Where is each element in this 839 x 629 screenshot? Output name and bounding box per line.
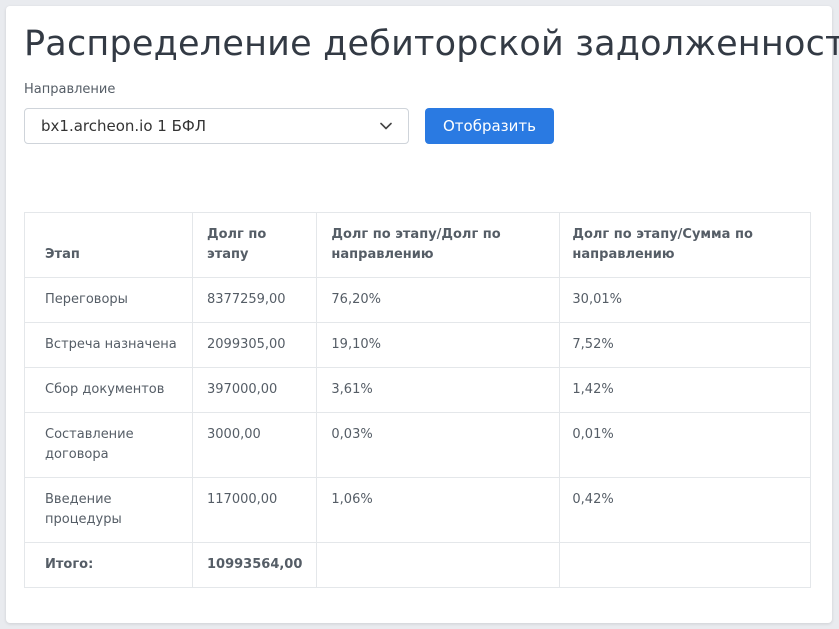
table-total-row: Итого: 10993564,00 — [24, 542, 811, 588]
cell-ratio-debt: 19,10% — [316, 322, 561, 368]
cell-stage: Переговоры — [24, 277, 193, 323]
table-row: Сбор документов 397000,00 3,61% 1,42% — [24, 367, 811, 413]
direction-select[interactable]: bx1.archeon.io 1 БФЛ — [24, 108, 409, 144]
chevron-down-icon — [380, 122, 392, 130]
cell-debt: 3000,00 — [191, 412, 318, 478]
header-stage-to-direction-debt: Долг по этапу/Долг по направлению — [316, 212, 561, 278]
cell-ratio-sum: 7,52% — [559, 322, 811, 368]
table-row: Введение процедуры 117000,00 1,06% 0,42% — [24, 477, 811, 543]
cell-ratio-sum: 1,42% — [559, 367, 811, 413]
cell-stage: Встреча назначена — [24, 322, 193, 368]
cell-ratio-sum: 30,01% — [559, 277, 811, 323]
cell-stage: Составление договора — [24, 412, 193, 478]
cell-total-empty — [316, 542, 561, 588]
table-row: Составление договора 3000,00 0,03% 0,01% — [24, 412, 811, 478]
table-row: Переговоры 8377259,00 76,20% 30,01% — [24, 277, 811, 323]
cell-debt: 2099305,00 — [191, 322, 318, 368]
cell-ratio-debt: 76,20% — [316, 277, 561, 323]
cell-stage: Введение процедуры — [24, 477, 193, 543]
display-button[interactable]: Отобразить — [425, 108, 554, 144]
table-header-row: Этап Долг по этапу Долг по этапу/Долг по… — [24, 212, 811, 278]
debt-distribution-table: Этап Долг по этапу Долг по этапу/Долг по… — [24, 212, 811, 588]
cell-stage: Сбор документов — [24, 367, 193, 413]
table-row: Встреча назначена 2099305,00 19,10% 7,52… — [24, 322, 811, 368]
cell-ratio-sum: 0,42% — [559, 477, 811, 543]
cell-ratio-debt: 3,61% — [316, 367, 561, 413]
header-stage-debt: Долг по этапу — [191, 212, 318, 278]
cell-debt: 117000,00 — [191, 477, 318, 543]
page-title: Распределение дебиторской задолженности — [24, 24, 839, 64]
direction-select-value: bx1.archeon.io 1 БФЛ — [41, 117, 207, 135]
cell-total-label: Итого: — [24, 542, 193, 588]
cell-ratio-debt: 0,03% — [316, 412, 561, 478]
direction-label: Направление — [24, 82, 116, 97]
cell-debt: 8377259,00 — [191, 277, 318, 323]
cell-debt: 397000,00 — [191, 367, 318, 413]
report-card: Распределение дебиторской задолженности … — [6, 6, 839, 623]
header-stage-to-direction-sum: Долг по этапу/Сумма по направлению — [559, 212, 811, 278]
cell-ratio-sum: 0,01% — [559, 412, 811, 478]
cell-total-empty — [559, 542, 811, 588]
header-stage: Этап — [24, 212, 193, 278]
cell-total-debt: 10993564,00 — [191, 542, 318, 588]
cell-ratio-debt: 1,06% — [316, 477, 561, 543]
